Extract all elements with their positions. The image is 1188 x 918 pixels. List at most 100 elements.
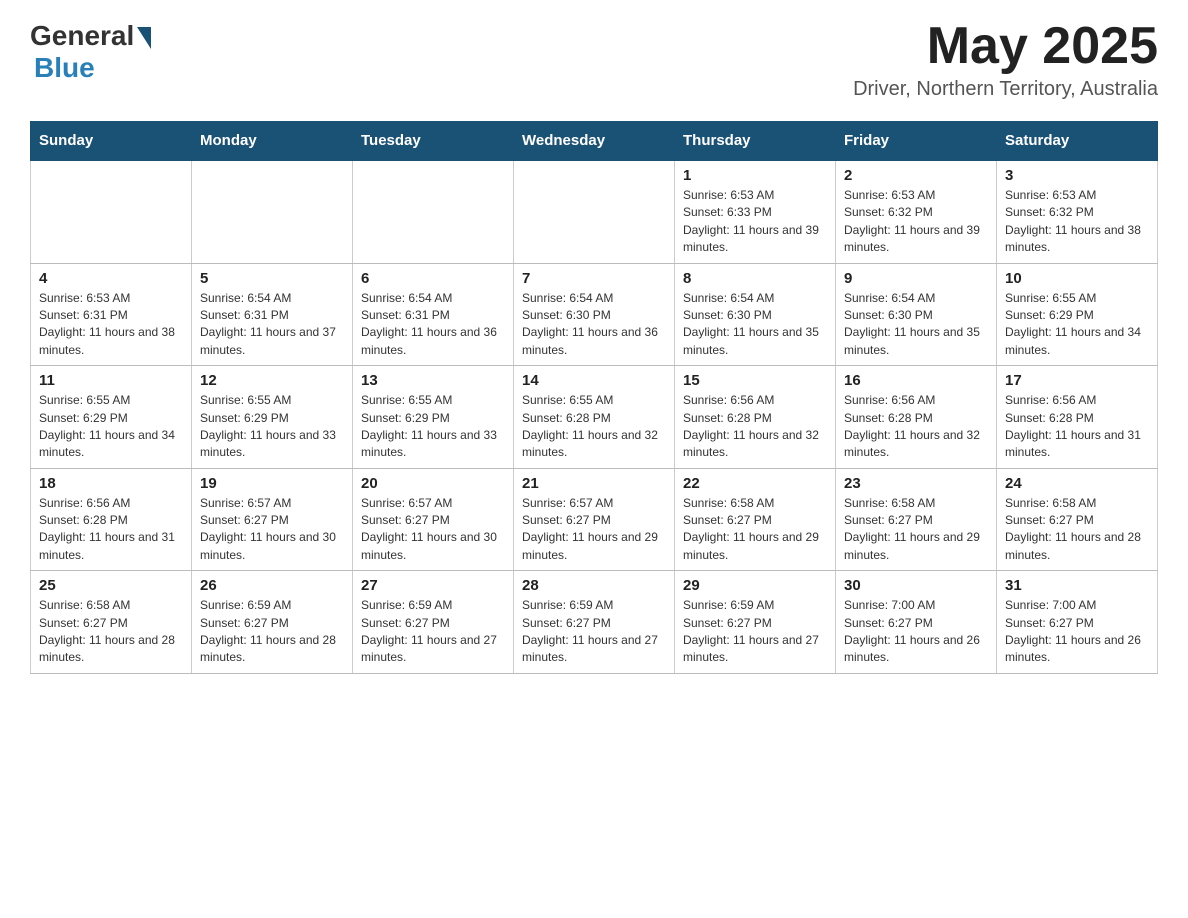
sun-info: Sunrise: 6:57 AMSunset: 6:27 PMDaylight:… <box>522 495 666 565</box>
day-number: 17 <box>1005 372 1149 389</box>
calendar-cell <box>192 160 353 263</box>
sun-info: Sunrise: 6:54 AMSunset: 6:31 PMDaylight:… <box>200 290 344 360</box>
day-number: 1 <box>683 167 827 184</box>
sun-info: Sunrise: 6:59 AMSunset: 6:27 PMDaylight:… <box>200 597 344 667</box>
calendar-cell: 21 Sunrise: 6:57 AMSunset: 6:27 PMDayligh… <box>514 468 675 571</box>
day-number: 30 <box>844 577 988 594</box>
calendar-cell: 25 Sunrise: 6:58 AMSunset: 6:27 PMDayligh… <box>31 571 192 674</box>
day-number: 31 <box>1005 577 1149 594</box>
day-number: 21 <box>522 475 666 492</box>
sun-info: Sunrise: 6:54 AMSunset: 6:30 PMDaylight:… <box>844 290 988 360</box>
day-number: 23 <box>844 475 988 492</box>
day-number: 18 <box>39 475 183 492</box>
sun-info: Sunrise: 6:56 AMSunset: 6:28 PMDaylight:… <box>39 495 183 565</box>
sun-info: Sunrise: 6:56 AMSunset: 6:28 PMDaylight:… <box>844 392 988 462</box>
calendar-cell: 28 Sunrise: 6:59 AMSunset: 6:27 PMDayligh… <box>514 571 675 674</box>
day-number: 16 <box>844 372 988 389</box>
calendar-cell: 17 Sunrise: 6:56 AMSunset: 6:28 PMDayligh… <box>997 366 1158 469</box>
day-number: 2 <box>844 167 988 184</box>
calendar-cell: 30 Sunrise: 7:00 AMSunset: 6:27 PMDayligh… <box>836 571 997 674</box>
day-number: 22 <box>683 475 827 492</box>
day-number: 24 <box>1005 475 1149 492</box>
calendar-cell: 10 Sunrise: 6:55 AMSunset: 6:29 PMDayligh… <box>997 263 1158 366</box>
calendar-cell: 18 Sunrise: 6:56 AMSunset: 6:28 PMDayligh… <box>31 468 192 571</box>
day-number: 11 <box>39 372 183 389</box>
calendar-cell: 12 Sunrise: 6:55 AMSunset: 6:29 PMDayligh… <box>192 366 353 469</box>
day-number: 20 <box>361 475 505 492</box>
calendar-cell: 31Sunrise: 7:00 AMSunset: 6:27 PMDayligh… <box>997 571 1158 674</box>
calendar-week-row: 18 Sunrise: 6:56 AMSunset: 6:28 PMDayligh… <box>31 468 1158 571</box>
weekday-header-friday: Friday <box>836 122 997 161</box>
calendar-cell <box>31 160 192 263</box>
sun-info: Sunrise: 6:57 AMSunset: 6:27 PMDaylight:… <box>361 495 505 565</box>
day-number: 27 <box>361 577 505 594</box>
calendar-cell: 23Sunrise: 6:58 AMSunset: 6:27 PMDayligh… <box>836 468 997 571</box>
sun-info: Sunrise: 6:54 AMSunset: 6:30 PMDaylight:… <box>683 290 827 360</box>
sun-info: Sunrise: 6:58 AMSunset: 6:27 PMDaylight:… <box>39 597 183 667</box>
day-number: 8 <box>683 270 827 287</box>
sun-info: Sunrise: 6:58 AMSunset: 6:27 PMDaylight:… <box>1005 495 1149 565</box>
calendar-cell: 1 Sunrise: 6:53 AMSunset: 6:33 PMDaylight… <box>675 160 836 263</box>
calendar-cell: 9Sunrise: 6:54 AMSunset: 6:30 PMDaylight… <box>836 263 997 366</box>
calendar-body: 1 Sunrise: 6:53 AMSunset: 6:33 PMDaylight… <box>31 160 1158 673</box>
calendar-week-row: 4Sunrise: 6:53 AMSunset: 6:31 PMDaylight… <box>31 263 1158 366</box>
day-number: 12 <box>200 372 344 389</box>
day-number: 15 <box>683 372 827 389</box>
sun-info: Sunrise: 6:59 AMSunset: 6:27 PMDaylight:… <box>522 597 666 667</box>
day-number: 10 <box>1005 270 1149 287</box>
day-number: 3 <box>1005 167 1149 184</box>
sun-info: Sunrise: 7:00 AMSunset: 6:27 PMDaylight:… <box>844 597 988 667</box>
sun-info: Sunrise: 6:55 AMSunset: 6:28 PMDaylight:… <box>522 392 666 462</box>
day-number: 4 <box>39 270 183 287</box>
day-number: 28 <box>522 577 666 594</box>
calendar-cell: 2 Sunrise: 6:53 AMSunset: 6:32 PMDaylight… <box>836 160 997 263</box>
day-number: 14 <box>522 372 666 389</box>
calendar-cell: 13 Sunrise: 6:55 AMSunset: 6:29 PMDayligh… <box>353 366 514 469</box>
day-number: 6 <box>361 270 505 287</box>
sun-info: Sunrise: 6:59 AMSunset: 6:27 PMDaylight:… <box>361 597 505 667</box>
logo: General Blue <box>30 20 151 84</box>
calendar-cell: 3 Sunrise: 6:53 AMSunset: 6:32 PMDaylight… <box>997 160 1158 263</box>
weekday-header-thursday: Thursday <box>675 122 836 161</box>
calendar-cell: 8 Sunrise: 6:54 AMSunset: 6:30 PMDaylight… <box>675 263 836 366</box>
day-number: 19 <box>200 475 344 492</box>
calendar-cell: 20 Sunrise: 6:57 AMSunset: 6:27 PMDayligh… <box>353 468 514 571</box>
calendar-cell: 15Sunrise: 6:56 AMSunset: 6:28 PMDayligh… <box>675 366 836 469</box>
sun-info: Sunrise: 6:56 AMSunset: 6:28 PMDaylight:… <box>1005 392 1149 462</box>
calendar-cell <box>514 160 675 263</box>
page-header: General Blue May 2025 Driver, Northern T… <box>30 20 1158 101</box>
calendar-cell: 27 Sunrise: 6:59 AMSunset: 6:27 PMDayligh… <box>353 571 514 674</box>
day-number: 7 <box>522 270 666 287</box>
logo-triangle-icon <box>137 27 151 49</box>
sun-info: Sunrise: 6:59 AMSunset: 6:27 PMDaylight:… <box>683 597 827 667</box>
calendar-table: SundayMondayTuesdayWednesdayThursdayFrid… <box>30 121 1158 674</box>
sun-info: Sunrise: 6:58 AMSunset: 6:27 PMDaylight:… <box>683 495 827 565</box>
location-title: Driver, Northern Territory, Australia <box>853 78 1158 101</box>
title-section: May 2025 Driver, Northern Territory, Aus… <box>853 20 1158 101</box>
weekday-header-monday: Monday <box>192 122 353 161</box>
calendar-cell: 4Sunrise: 6:53 AMSunset: 6:31 PMDaylight… <box>31 263 192 366</box>
calendar-cell: 26 Sunrise: 6:59 AMSunset: 6:27 PMDayligh… <box>192 571 353 674</box>
calendar-cell: 29 Sunrise: 6:59 AMSunset: 6:27 PMDayligh… <box>675 571 836 674</box>
month-title: May 2025 <box>853 20 1158 72</box>
sun-info: Sunrise: 6:53 AMSunset: 6:32 PMDaylight:… <box>1005 187 1149 257</box>
sun-info: Sunrise: 6:55 AMSunset: 6:29 PMDaylight:… <box>361 392 505 462</box>
sun-info: Sunrise: 6:55 AMSunset: 6:29 PMDaylight:… <box>1005 290 1149 360</box>
calendar-week-row: 1 Sunrise: 6:53 AMSunset: 6:33 PMDaylight… <box>31 160 1158 263</box>
weekday-header-sunday: Sunday <box>31 122 192 161</box>
calendar-week-row: 25 Sunrise: 6:58 AMSunset: 6:27 PMDayligh… <box>31 571 1158 674</box>
sun-info: Sunrise: 6:54 AMSunset: 6:30 PMDaylight:… <box>522 290 666 360</box>
sun-info: Sunrise: 6:53 AMSunset: 6:33 PMDaylight:… <box>683 187 827 257</box>
day-number: 29 <box>683 577 827 594</box>
sun-info: Sunrise: 6:57 AMSunset: 6:27 PMDaylight:… <box>200 495 344 565</box>
day-number: 25 <box>39 577 183 594</box>
sun-info: Sunrise: 6:55 AMSunset: 6:29 PMDaylight:… <box>200 392 344 462</box>
weekday-header-tuesday: Tuesday <box>353 122 514 161</box>
calendar-cell <box>353 160 514 263</box>
weekday-header-row: SundayMondayTuesdayWednesdayThursdayFrid… <box>31 122 1158 161</box>
calendar-cell: 24 Sunrise: 6:58 AMSunset: 6:27 PMDayligh… <box>997 468 1158 571</box>
sun-info: Sunrise: 6:53 AMSunset: 6:32 PMDaylight:… <box>844 187 988 257</box>
weekday-header-saturday: Saturday <box>997 122 1158 161</box>
day-number: 26 <box>200 577 344 594</box>
day-number: 13 <box>361 372 505 389</box>
